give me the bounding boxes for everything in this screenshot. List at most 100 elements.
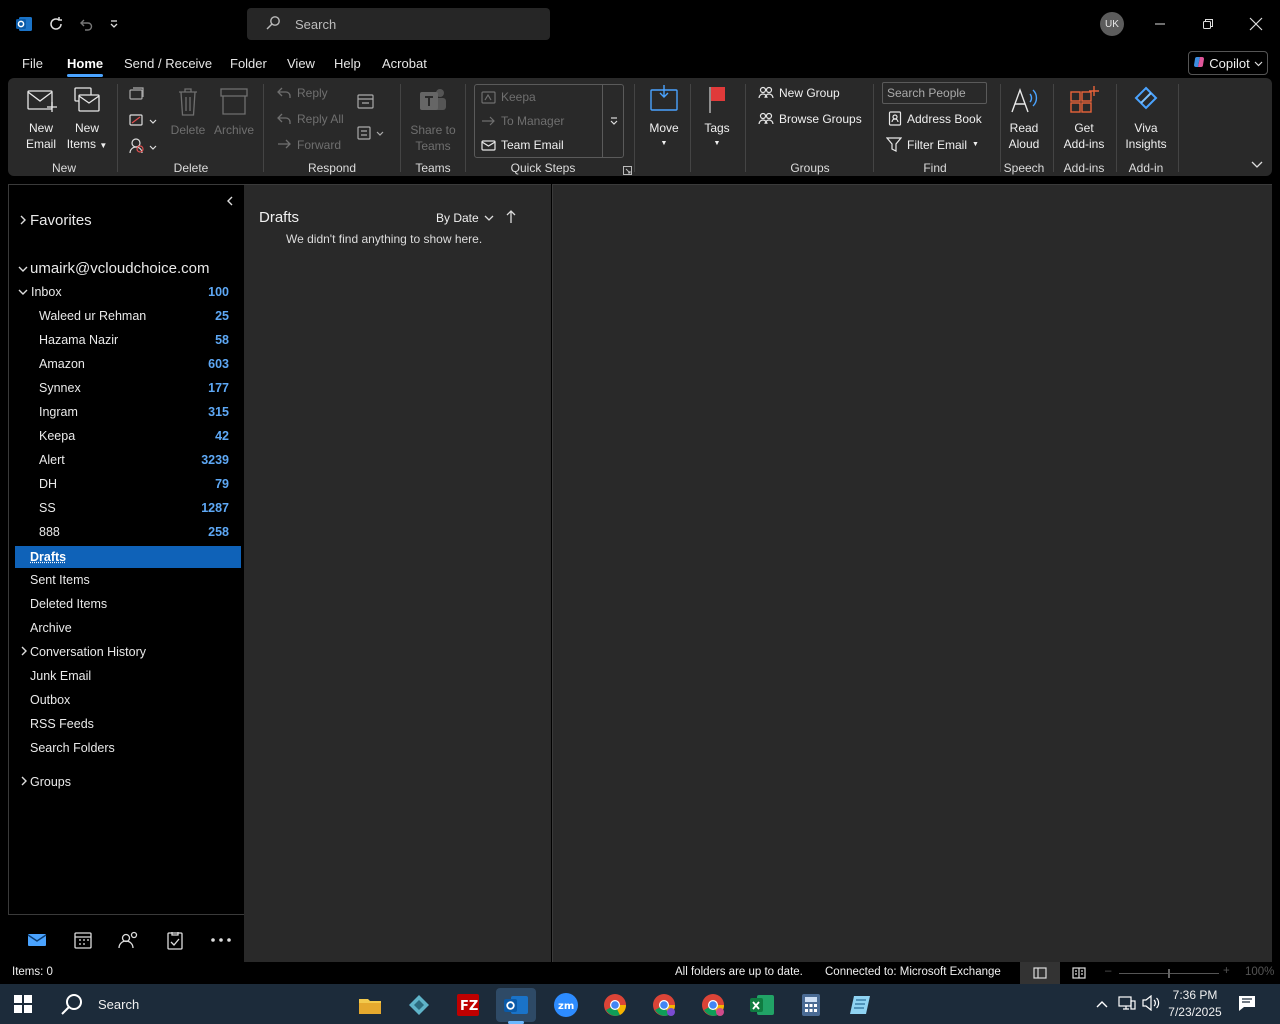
- tab-acrobat[interactable]: Acrobat: [382, 56, 427, 71]
- outlook-taskbar-icon[interactable]: [496, 988, 536, 1024]
- quick-step-team-email[interactable]: Team Email: [481, 138, 564, 152]
- folder-search-folders[interactable]: Search Folders: [9, 737, 241, 759]
- folder-outbox[interactable]: Outbox: [9, 689, 241, 711]
- network-icon[interactable]: [1118, 995, 1136, 1014]
- account-header[interactable]: umairk@vcloudchoice.com: [9, 257, 241, 279]
- folder-junk-email[interactable]: Junk Email: [9, 665, 241, 687]
- folder-drafts[interactable]: Drafts: [15, 546, 241, 568]
- folder-item[interactable]: Amazon 603: [9, 353, 241, 375]
- folder-item[interactable]: Alert 3239: [9, 449, 241, 471]
- people-nav-icon[interactable]: [118, 929, 140, 951]
- dialog-launcher-icon[interactable]: [623, 164, 632, 178]
- mail-nav-icon[interactable]: [26, 929, 48, 951]
- new-email-button[interactable]: New Email: [22, 86, 60, 152]
- minimize-icon[interactable]: [1146, 10, 1174, 38]
- more-respond-icon[interactable]: [356, 124, 386, 145]
- folder-item[interactable]: 888 258: [9, 521, 241, 543]
- viva-insights-button[interactable]: Viva Insights: [1120, 84, 1172, 152]
- junk-icon[interactable]: [128, 136, 158, 159]
- read-aloud-button[interactable]: Read Aloud: [1002, 84, 1046, 152]
- folder-item[interactable]: DH 79: [9, 473, 241, 495]
- folder-item[interactable]: Waleed ur Rehman 25: [9, 305, 241, 327]
- folder-inbox[interactable]: Inbox 100: [9, 281, 241, 303]
- file-explorer-icon[interactable]: [350, 988, 390, 1022]
- normal-view-icon[interactable]: [1020, 962, 1060, 984]
- zoom-in-icon[interactable]: +: [1223, 965, 1230, 977]
- tray-overflow-icon[interactable]: [1096, 997, 1108, 1011]
- tab-home[interactable]: Home: [67, 56, 104, 77]
- undo-icon[interactable]: [74, 12, 98, 36]
- filezilla-icon[interactable]: FZ: [448, 988, 488, 1022]
- sync-icon[interactable]: [44, 12, 68, 36]
- app-diamond-icon[interactable]: [399, 988, 439, 1022]
- zoom-level[interactable]: 100%: [1245, 966, 1274, 978]
- zoom-out-icon[interactable]: –: [1105, 965, 1111, 977]
- reply-button[interactable]: Reply: [276, 86, 328, 100]
- forward-button[interactable]: Forward: [276, 138, 341, 152]
- tab-file[interactable]: File: [22, 56, 43, 71]
- more-apps-icon[interactable]: [210, 929, 232, 951]
- quick-steps-more-icon[interactable]: [602, 85, 624, 157]
- folder-item[interactable]: Keepa 42: [9, 425, 241, 447]
- calculator-icon[interactable]: [791, 988, 831, 1022]
- tab-view[interactable]: View: [287, 56, 315, 71]
- new-group-button[interactable]: New Group: [758, 86, 840, 100]
- folder-conversation-history[interactable]: Conversation History: [9, 641, 241, 663]
- folder-sent-items[interactable]: Sent Items: [9, 569, 241, 591]
- delete-button[interactable]: Delete: [168, 86, 208, 138]
- collapse-pane-icon[interactable]: [226, 195, 234, 209]
- sort-dropdown[interactable]: By Date: [436, 211, 494, 225]
- folder-groups[interactable]: Groups: [9, 771, 241, 793]
- sort-direction-icon[interactable]: [506, 210, 516, 227]
- excel-icon[interactable]: [742, 988, 782, 1022]
- avatar[interactable]: UK: [1100, 12, 1124, 36]
- tab-help[interactable]: Help: [334, 56, 361, 71]
- chrome-profile-icon[interactable]: [644, 988, 684, 1022]
- filter-email-button[interactable]: Filter Email ▼: [886, 137, 979, 152]
- clock[interactable]: 7:36 PM 7/23/2025: [1165, 987, 1225, 1021]
- folder-item[interactable]: Hazama Nazir 58: [9, 329, 241, 351]
- zoom-slider-thumb[interactable]: [1168, 969, 1170, 978]
- chrome-profile-2-icon[interactable]: [693, 988, 733, 1022]
- reading-view-icon[interactable]: [1072, 967, 1086, 982]
- quick-step-to-manager[interactable]: To Manager: [481, 114, 564, 128]
- ignore-icon[interactable]: [128, 86, 146, 107]
- reply-all-button[interactable]: Reply All: [276, 112, 344, 126]
- new-items-button[interactable]: New Items ▼: [66, 86, 108, 154]
- close-icon[interactable]: [1242, 10, 1270, 38]
- tab-send-receive[interactable]: Send / Receive: [124, 56, 212, 71]
- folder-rss-feeds[interactable]: RSS Feeds: [9, 713, 241, 735]
- archive-button[interactable]: Archive: [211, 86, 257, 138]
- move-button[interactable]: Move ▼: [642, 84, 686, 152]
- address-book-button[interactable]: Address Book: [888, 111, 982, 126]
- notes-app-icon[interactable]: [840, 988, 880, 1022]
- ribbon-collapse-icon[interactable]: [1251, 158, 1263, 172]
- meeting-icon[interactable]: [356, 92, 376, 113]
- restore-icon[interactable]: [1194, 10, 1222, 38]
- tasks-nav-icon[interactable]: [164, 929, 186, 951]
- tab-folder[interactable]: Folder: [230, 56, 267, 71]
- taskbar-search[interactable]: Search: [60, 993, 139, 1015]
- folder-item[interactable]: SS 1287: [9, 497, 241, 519]
- search-box[interactable]: Search: [247, 8, 550, 40]
- zoom-app-icon[interactable]: zm: [546, 988, 586, 1022]
- clean-up-icon[interactable]: [128, 112, 158, 133]
- search-people-input[interactable]: Search People: [882, 82, 987, 104]
- windows-start-icon[interactable]: [14, 995, 32, 1016]
- folder-deleted-items[interactable]: Deleted Items: [9, 593, 241, 615]
- folder-archive[interactable]: Archive: [9, 617, 241, 639]
- chrome-icon[interactable]: [595, 988, 635, 1022]
- favorites-header[interactable]: Favorites: [9, 209, 241, 231]
- get-addins-button[interactable]: Get Add-ins: [1058, 84, 1110, 152]
- notification-icon[interactable]: [1238, 995, 1256, 1014]
- quick-step-keepa[interactable]: Keepa: [481, 90, 536, 104]
- share-to-teams-button[interactable]: Share to Teams: [408, 84, 458, 154]
- volume-icon[interactable]: [1142, 994, 1160, 1014]
- calendar-nav-icon[interactable]: [72, 929, 94, 951]
- customize-toolbar-icon[interactable]: [102, 12, 126, 36]
- copilot-button[interactable]: Copilot: [1188, 51, 1268, 75]
- browse-groups-button[interactable]: Browse Groups: [758, 112, 862, 126]
- folder-item[interactable]: Synnex 177: [9, 377, 241, 399]
- tags-button[interactable]: Tags ▼: [698, 84, 736, 152]
- folder-item[interactable]: Ingram 315: [9, 401, 241, 423]
